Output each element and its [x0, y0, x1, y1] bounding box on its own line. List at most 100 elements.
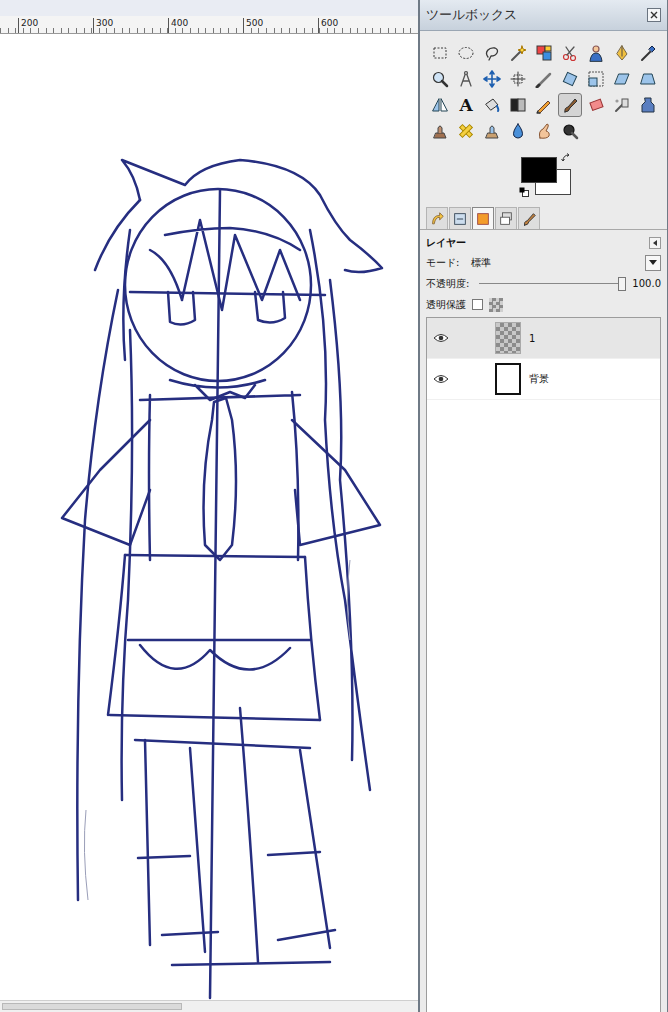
- horizontal-scrollbar[interactable]: [0, 1000, 418, 1012]
- tool-icon: [613, 44, 631, 62]
- dock-tab-icon: [521, 211, 537, 227]
- tool-icon: [535, 96, 553, 114]
- sketch-drawing: [0, 34, 418, 1000]
- tool-icon: [483, 70, 501, 88]
- toolbox-window: ツールボックスAレイヤーモード:標準不透明度:100.0透明保護1背景: [418, 0, 668, 1012]
- tool-button[interactable]: [558, 67, 582, 91]
- default-colors-icon[interactable]: [519, 187, 529, 197]
- dock-tab-icon: [429, 211, 445, 227]
- tool-button[interactable]: [428, 93, 452, 117]
- tool-icon: [561, 70, 579, 88]
- lock-label: 透明保護: [426, 298, 466, 312]
- tool-button[interactable]: [532, 93, 556, 117]
- tool-button[interactable]: [506, 93, 530, 117]
- tool-icon: [561, 44, 579, 62]
- mode-dropdown[interactable]: [645, 255, 661, 271]
- tool-icon: [483, 96, 501, 114]
- tool-button[interactable]: [636, 67, 660, 91]
- tool-button[interactable]: [480, 41, 504, 65]
- opacity-row: 不透明度: 100.0: [426, 273, 661, 294]
- eye-icon: [433, 374, 449, 384]
- tool-icon: [509, 96, 527, 114]
- dock-tab[interactable]: [426, 207, 448, 229]
- swap-colors-icon[interactable]: [561, 153, 571, 163]
- tool-button[interactable]: [532, 41, 556, 65]
- tool-icon: [587, 70, 605, 88]
- slider-handle[interactable]: [618, 277, 626, 291]
- ruler-label: 500: [243, 18, 318, 33]
- visibility-toggle[interactable]: [427, 374, 455, 384]
- tool-button[interactable]: [506, 67, 530, 91]
- foreground-color[interactable]: [521, 157, 557, 183]
- tool-button[interactable]: [506, 41, 530, 65]
- tool-icon: [613, 70, 631, 88]
- link-toggle[interactable]: [455, 328, 495, 348]
- opacity-label: 不透明度:: [426, 277, 469, 291]
- opacity-value[interactable]: 100.0: [632, 278, 661, 289]
- menu-arrow-icon: [653, 240, 657, 246]
- close-icon[interactable]: [647, 8, 661, 22]
- link-toggle[interactable]: [455, 369, 495, 389]
- tool-button[interactable]: [480, 119, 504, 143]
- tool-button[interactable]: [480, 67, 504, 91]
- mode-row: モード:標準: [426, 252, 661, 273]
- eye-icon: [433, 333, 449, 343]
- dock-tab[interactable]: [518, 207, 540, 229]
- dock-tab[interactable]: [449, 207, 471, 229]
- tool-button[interactable]: A: [454, 93, 478, 117]
- ruler-label: 400: [168, 18, 243, 33]
- image-window: 200300400500600: [0, 0, 418, 1012]
- tool-button[interactable]: [584, 93, 608, 117]
- tool-button[interactable]: [610, 93, 634, 117]
- tool-button[interactable]: [454, 119, 478, 143]
- tool-button[interactable]: [506, 119, 530, 143]
- mode-value[interactable]: 標準: [465, 256, 639, 270]
- tool-icon: [639, 44, 657, 62]
- tool-button[interactable]: [532, 119, 556, 143]
- layer-thumbnail: [495, 363, 521, 395]
- tool-button[interactable]: [636, 93, 660, 117]
- layer-list: 1 背景: [426, 317, 661, 1012]
- dock-tab[interactable]: [472, 207, 494, 229]
- tool-icon: [509, 44, 527, 62]
- tool-icon: [509, 70, 527, 88]
- tool-icon: [483, 44, 501, 62]
- layer-name[interactable]: 背景: [521, 372, 549, 386]
- tool-button[interactable]: [454, 41, 478, 65]
- tool-icon: [431, 44, 449, 62]
- dock-tab-icon: [452, 211, 468, 227]
- horizontal-ruler[interactable]: 200300400500600: [0, 0, 418, 34]
- tool-button[interactable]: [584, 41, 608, 65]
- tool-button[interactable]: [428, 67, 452, 91]
- tool-icon: [483, 122, 501, 140]
- panel-menu-button[interactable]: [649, 237, 661, 249]
- tool-button[interactable]: [558, 41, 582, 65]
- tool-icon: [639, 96, 657, 114]
- tool-button[interactable]: [558, 93, 582, 117]
- layer-name[interactable]: 1: [521, 333, 535, 344]
- tool-icon: [587, 96, 605, 114]
- gimp-screen: 200300400500600ツールボックスAレイヤーモード:標準不透明度:10…: [0, 0, 668, 1012]
- tool-button[interactable]: [532, 67, 556, 91]
- ruler-label: 300: [93, 18, 168, 33]
- lock-checkbox[interactable]: [472, 299, 483, 310]
- tool-button[interactable]: [480, 93, 504, 117]
- visibility-toggle[interactable]: [427, 333, 455, 343]
- color-area: [420, 145, 667, 207]
- tool-button[interactable]: [636, 41, 660, 65]
- layer-row[interactable]: 1: [427, 318, 660, 359]
- tool-button[interactable]: [454, 67, 478, 91]
- tool-button[interactable]: [610, 67, 634, 91]
- tool-button[interactable]: [558, 119, 582, 143]
- tool-icon: [431, 122, 449, 140]
- opacity-slider[interactable]: [479, 277, 626, 291]
- tool-button[interactable]: [584, 67, 608, 91]
- tool-button[interactable]: [610, 41, 634, 65]
- tool-button[interactable]: [428, 41, 452, 65]
- dock-tab[interactable]: [495, 207, 517, 229]
- layer-row[interactable]: 背景: [427, 359, 660, 400]
- scrollbar-thumb[interactable]: [2, 1003, 182, 1010]
- tool-button[interactable]: [428, 119, 452, 143]
- drawing-canvas[interactable]: [0, 34, 418, 1000]
- title-bar[interactable]: ツールボックス: [420, 0, 667, 31]
